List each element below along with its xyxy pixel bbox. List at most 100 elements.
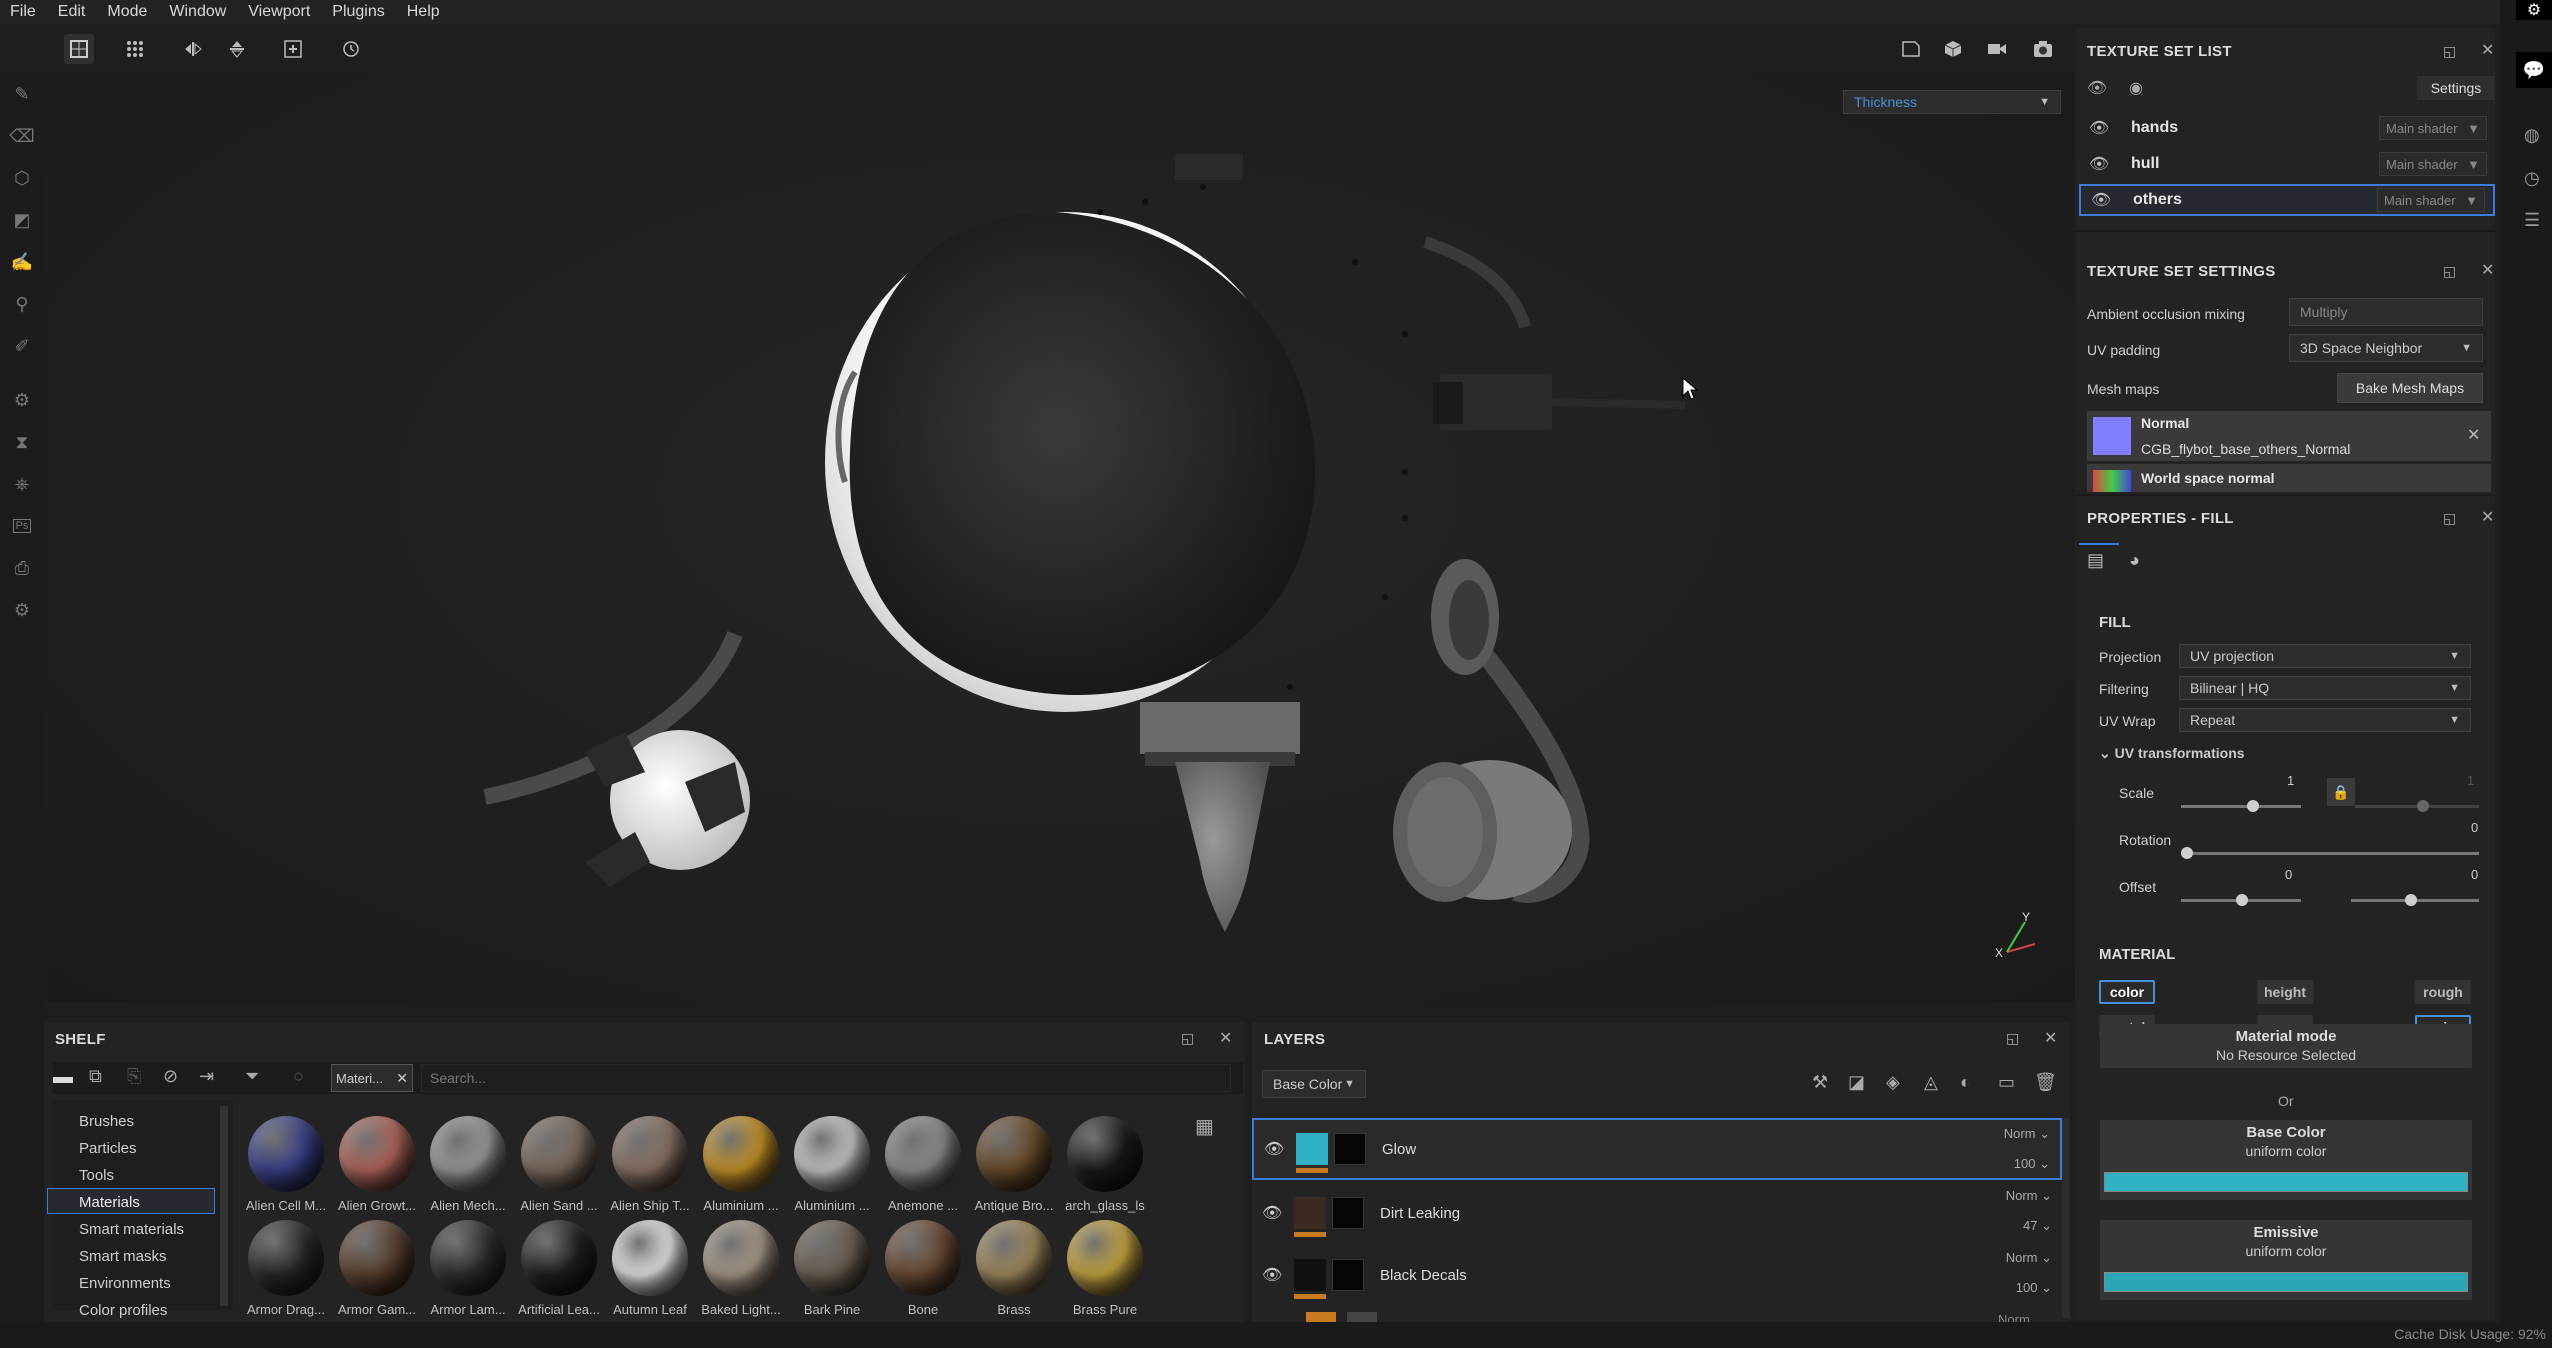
layer-row-black-decals[interactable]: 👁 Black Decals Norm ⌄ 100 ⌄ <box>1252 1244 2062 1306</box>
chat-feedback-icon[interactable]: 💬 <box>2516 52 2552 88</box>
material-thumbnail[interactable]: Brass Pure <box>1060 1220 1150 1317</box>
scale-slider-track[interactable] <box>2181 805 2301 808</box>
material-thumbnail[interactable]: Aluminium ... <box>696 1116 786 1213</box>
viewport-3d[interactable]: Thickness ▼ Y X <box>45 72 2075 1002</box>
remove-map-icon[interactable]: ✕ <box>2467 425 2480 445</box>
hide-icon[interactable]: ⊘ <box>163 1066 178 1087</box>
export-icon[interactable]: ⎙ <box>10 556 34 580</box>
layer-mask-thumb[interactable] <box>1332 1259 1364 1291</box>
uv-wrap-select[interactable]: Repeat ▼ <box>2179 708 2471 732</box>
material-thumbnail[interactable]: Armor Lam... <box>423 1220 513 1317</box>
opacity[interactable]: 100 ⌄ <box>2014 1156 2050 1172</box>
eye-icon[interactable]: 👁 <box>2089 118 2115 138</box>
shelf-cat-smart-masks[interactable]: Smart masks <box>79 1248 167 1265</box>
shader-select[interactable]: Main shader ▼ <box>2379 152 2487 176</box>
material-thumbnail[interactable]: Bone <box>878 1220 968 1317</box>
close-icon[interactable]: ✕ <box>2044 1028 2057 1048</box>
dots-grid-icon[interactable] <box>120 34 150 64</box>
mesh-map-world-normal[interactable]: World space normal <box>2087 464 2491 492</box>
emissive-box[interactable]: Emissive uniform color <box>2100 1220 2472 1300</box>
material-thumbnail[interactable]: Anemone ... <box>878 1116 968 1213</box>
add-effect-icon[interactable]: ⚒ <box>1812 1072 1828 1093</box>
polygon-fill-icon[interactable]: ◩ <box>10 208 34 232</box>
shelf-cat-smart-materials[interactable]: Smart materials <box>79 1221 184 1238</box>
filter-tag[interactable]: Materi... ✕ <box>331 1064 413 1092</box>
menu-window[interactable]: Window <box>158 3 237 21</box>
material-thumbnail[interactable]: Armor Drag... <box>241 1220 331 1317</box>
gear-icon[interactable]: ⚙ <box>2516 0 2552 20</box>
camera-video-icon[interactable] <box>1982 34 2012 64</box>
undock-icon[interactable]: ◱ <box>2443 510 2456 527</box>
eye-icon[interactable]: 👁 <box>2091 190 2117 210</box>
history-icon[interactable] <box>336 34 366 64</box>
shelf-cat-brushes[interactable]: Brushes <box>79 1113 134 1130</box>
add-mask-icon[interactable]: ◪ <box>1848 1072 1865 1093</box>
undock-icon[interactable]: ◱ <box>2443 263 2456 280</box>
layer-row-dirt-leaking[interactable]: 👁 Dirt Leaking Norm ⌄ 47 ⌄ <box>1252 1182 2062 1244</box>
hourglass-icon[interactable]: ⧗ <box>10 430 34 454</box>
blend-mode[interactable]: Norm ⌄ <box>2004 1126 2050 1142</box>
close-icon[interactable]: ✕ <box>2481 507 2494 527</box>
close-icon[interactable]: ✕ <box>2481 40 2494 60</box>
material-thumbnail[interactable]: Brass <box>969 1220 1059 1317</box>
add-paint-layer-icon[interactable]: ◬ <box>1924 1072 1938 1093</box>
material-thumbnail[interactable]: Alien Mech... <box>423 1116 513 1213</box>
ao-mixing-select[interactable]: Multiply <box>2289 298 2483 326</box>
eye-icon[interactable]: 👁 <box>1262 1203 1282 1223</box>
smudge-icon[interactable]: ✍ <box>10 250 34 274</box>
rotation-slider-track[interactable] <box>2181 852 2479 855</box>
settings-button[interactable]: Settings <box>2417 76 2495 100</box>
uv-transformations-toggle[interactable]: ⌄ UV transformations <box>2099 745 2245 762</box>
settings-gear-icon[interactable]: ⚙ <box>10 598 34 622</box>
texture-set-others[interactable]: 👁 others Main shader ▼ <box>2079 184 2495 216</box>
material-thumbnail[interactable]: Aluminium ... <box>787 1116 877 1213</box>
lock-icon[interactable]: 🔒 <box>2327 778 2355 806</box>
menu-viewport[interactable]: Viewport <box>237 3 321 21</box>
add-fill-layer-icon[interactable]: ◈ <box>1886 1072 1900 1093</box>
undock-icon[interactable]: ◱ <box>1181 1030 1194 1047</box>
material-thumbnail[interactable]: Baked Light... <box>696 1220 786 1317</box>
scale-slider-knob[interactable] <box>2247 800 2259 812</box>
offset-slider-knob-2[interactable] <box>2405 894 2417 906</box>
categories-scrollbar[interactable] <box>220 1106 228 1306</box>
menu-edit[interactable]: Edit <box>47 3 97 21</box>
add-smart-material-icon[interactable]: ◐ <box>1960 1072 1971 1093</box>
eye-icon[interactable]: 👁 <box>1264 1139 1284 1159</box>
projection-icon[interactable]: ⬡ <box>10 166 34 190</box>
mesh-map-normal[interactable]: Normal CGB_flybot_base_others_Normal ✕ <box>2087 411 2491 461</box>
close-icon[interactable]: ✕ <box>2481 260 2494 280</box>
remove-filter-icon[interactable]: ✕ <box>396 1070 408 1087</box>
fill-properties-tab-icon[interactable]: ▤ <box>2087 550 2104 571</box>
mirror-y-icon[interactable] <box>222 34 252 64</box>
eye-icon[interactable]: 👁 <box>2089 154 2115 174</box>
shader-select[interactable]: Main shader ▼ <box>2379 116 2487 140</box>
circle-filter-icon[interactable]: ○ <box>293 1066 304 1087</box>
channel-color-toggle[interactable]: color <box>2099 980 2155 1004</box>
layers-scrollbar[interactable] <box>2062 1118 2070 1318</box>
shader-select[interactable]: Main shader ▼ <box>2377 188 2485 212</box>
photoshop-icon[interactable]: Ps <box>10 514 34 538</box>
filtering-select[interactable]: Bilinear | HQ ▼ <box>2179 676 2471 700</box>
material-thumbnail[interactable]: Autumn Leaf <box>605 1220 695 1317</box>
emissive-swatch[interactable] <box>2104 1272 2468 1292</box>
material-thumbnail[interactable]: Antique Bro... <box>969 1116 1059 1213</box>
menu-plugins[interactable]: Plugins <box>321 3 395 21</box>
grid-view-icon[interactable]: ▦ <box>1195 1114 1214 1139</box>
material-sphere-tab-icon[interactable]: ◕ <box>2129 550 2140 571</box>
material-thumbnail[interactable]: Bark Pine <box>787 1220 877 1317</box>
material-thumbnail[interactable]: arch_glass_ls <box>1060 1116 1150 1213</box>
grid-select-icon[interactable] <box>64 34 94 64</box>
eye-toggle-icon[interactable]: 👁 <box>2087 78 2107 98</box>
environment-globe-icon[interactable]: ◍ <box>2524 125 2540 146</box>
screenshot-camera-icon[interactable] <box>2028 34 2058 64</box>
projection-select[interactable]: UV projection ▼ <box>2179 644 2471 668</box>
shelf-cat-color-profiles[interactable]: Color profiles <box>79 1302 167 1319</box>
shelf-cat-materials[interactable]: Materials <box>79 1194 140 1211</box>
base-color-box[interactable]: Base Color uniform color <box>2100 1120 2472 1200</box>
clone-stamp-icon[interactable]: ⚲ <box>10 292 34 316</box>
texture-set-hull[interactable]: 👁 hull Main shader ▼ <box>2079 148 2495 180</box>
material-thumbnail[interactable]: Armor Gam... <box>332 1220 422 1317</box>
delete-layer-icon[interactable]: 🗑 <box>2034 1072 2057 1093</box>
filter-icon[interactable]: ⏷ <box>245 1066 259 1087</box>
layer-mask-thumb[interactable] <box>1334 1133 1366 1165</box>
